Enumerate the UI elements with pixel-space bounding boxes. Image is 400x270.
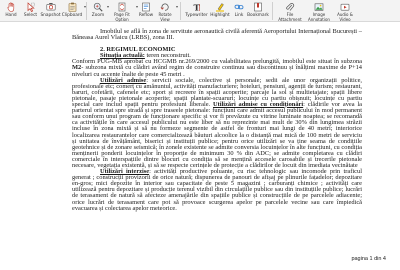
toolbar-item-label: Clipboard [61,13,83,18]
toolbar-item-label: Snapshot [40,13,61,18]
rotate-view-button[interactable]: Rotate View ▾ [155,0,178,22]
page-fit-option-button[interactable]: Page Fit Option ▾ [109,0,138,22]
toolbar-divider [86,2,87,20]
document-text: Imobilul se află în zona de servitute ae… [72,28,362,212]
toolbar-item-label: Rotate View [158,12,172,22]
toolbar-divider [180,2,181,20]
reflow-button[interactable]: Reflow [137,0,155,22]
snapshot-button[interactable]: Snapshot [40,0,61,22]
hand-tool-button[interactable]: Hand [1,0,21,22]
camera-icon [45,1,56,12]
toolbar-item-label: Typewriter [185,13,208,18]
toolbar-item-label: Select [23,13,38,18]
zoom-icon [93,1,104,12]
toolbar-item-label: Hand [5,13,17,18]
bookmark-icon [253,1,264,12]
link-button[interactable]: Link [231,0,247,22]
toolbar-item-label: Bookmark [247,13,269,18]
paragraph-servitute: Imobilul se află în zona de servitute ae… [72,28,362,42]
audio-video-button[interactable]: Audio & Video [334,0,356,22]
toolbar-item-label: Zoom [91,13,105,18]
utilizari-interzise-text: : activități productive poluante, cu ris… [72,168,362,212]
toolbar-item-label: Audio & Video [337,12,353,22]
paragraph-utilizari-admise: Utilizări admise: servicii sociale, cole… [72,77,362,169]
zoom-button[interactable]: Zoom ▾ [90,0,109,22]
highlight-icon [215,1,226,12]
image-annotation-button[interactable]: Image Annotation [304,0,334,22]
page-fit-icon [117,1,128,12]
paragraph-utilizari-interzise: Utilizări interzise: activități producti… [72,168,362,212]
clipboard-button[interactable]: Clipboard ▾ [61,0,86,22]
hand-icon [6,1,17,12]
highlight-button[interactable]: Highlight [209,0,231,22]
chevron-down-icon: ▾ [83,4,86,9]
file-attachment-button[interactable]: File Attachment [276,0,304,22]
bookmark-button[interactable]: Bookmark [247,0,269,22]
reflow-icon [141,1,152,12]
image-icon [314,1,325,12]
rotate-icon [160,1,171,12]
toolbar-divider [272,2,273,20]
typewriter-button[interactable]: T Typewriter [184,0,209,22]
cursor-icon [25,1,36,12]
paragraph-pug: Conform PUG-MB aprobat cu HCGMB nr.269/2… [72,59,362,78]
toolbar-item-label: Highlight [210,13,230,18]
page-number: pagina 1 din 4 [351,256,386,262]
utilizari-conditionari-text-2: interiorice localizarea restaurantelor c… [72,125,362,169]
paperclip-icon [285,1,296,12]
link-icon [234,1,245,12]
chevron-down-icon: ▾ [175,4,178,9]
toolbar-item-label: Image Annotation [308,12,330,22]
typewriter-icon: T [191,1,202,12]
toolbar-item-label: File Attachment [278,12,302,22]
toolbar-item-label: Link [234,13,244,18]
document-page: Imobilul se află în zona de servitute ae… [0,23,400,270]
select-tool-button[interactable]: Select [21,0,40,22]
clipboard-icon [67,1,78,12]
toolbar: Hand Select Snapshot Clipboard ▾ Zoom ▾ [0,0,400,22]
toolbar-item-label: Page Fit Option [114,12,130,22]
audio-video-icon [340,1,351,12]
pug-text-c: - subzona mixtă cu clădiri având regim d… [72,64,362,78]
toolbar-item-label: Reflow [138,13,154,18]
